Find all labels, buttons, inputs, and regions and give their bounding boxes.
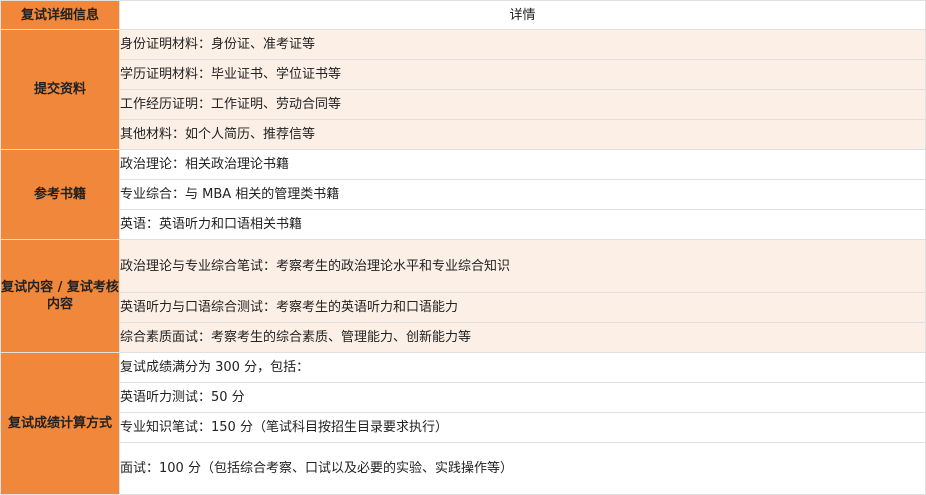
table-row: 英语听力与口语综合测试：考察考生的英语听力和口语能力 xyxy=(1,292,926,323)
detail-cell: 政治理论与专业综合笔试：考察考生的政治理论水平和专业综合知识 xyxy=(119,239,926,293)
table-row: 学历证明材料：毕业证书、学位证书等 xyxy=(1,59,926,90)
review-info-table: 复试详细信息 详情 提交资料 身份证明材料：身份证、准考证等 学历证明材料：毕业… xyxy=(0,0,926,495)
category-cell: 复试成绩计算方式 xyxy=(0,352,120,495)
table-row: 提交资料 身份证明材料：身份证、准考证等 xyxy=(0,29,926,150)
detail-cell: 学历证明材料：毕业证书、学位证书等 xyxy=(119,59,926,90)
table-row: 面试：100 分（包括综合考察、口试以及必要的实验、实践操作等） xyxy=(1,442,926,495)
detail-cell: 其他材料：如个人简历、推荐信等 xyxy=(119,119,926,150)
detail-cell: 复试成绩满分为 300 分，包括： xyxy=(119,352,926,383)
header-category: 复试详细信息 xyxy=(0,0,120,30)
table-row: 英语听力测试：50 分 xyxy=(1,382,926,413)
table-row: 专业知识笔试：150 分（笔试科目按招生目录要求执行） xyxy=(1,412,926,443)
detail-cell: 工作经历证明：工作证明、劳动合同等 xyxy=(119,89,926,120)
table-row: 其他材料：如个人简历、推荐信等 xyxy=(1,119,926,150)
detail-cell: 专业知识笔试：150 分（笔试科目按招生目录要求执行） xyxy=(119,412,926,443)
table-header-row: 复试详细信息 详情 xyxy=(0,0,926,30)
detail-cell: 综合素质面试：考察考生的综合素质、管理能力、创新能力等 xyxy=(119,322,926,353)
detail-cell: 身份证明材料：身份证、准考证等 xyxy=(119,29,926,60)
table-row: 复试成绩计算方式 复试成绩满分为 300 分，包括： xyxy=(0,352,926,495)
category-cell: 参考书籍 xyxy=(0,149,120,240)
category-cell: 提交资料 xyxy=(0,29,120,150)
table-row: 参考书籍 政治理论：相关政治理论书籍 xyxy=(0,149,926,240)
detail-cell: 英语听力与口语综合测试：考察考生的英语听力和口语能力 xyxy=(119,292,926,323)
table-row: 综合素质面试：考察考生的综合素质、管理能力、创新能力等 xyxy=(1,322,926,353)
header-details: 详情 xyxy=(119,0,926,30)
table-row: 专业综合：与 MBA 相关的管理类书籍 xyxy=(1,179,926,210)
category-cell: 复试内容 / 复试考核内容 xyxy=(0,239,120,353)
table-row: 复试内容 / 复试考核内容 政治理论与专业综合笔试：考察考生的政治理论水平和专业… xyxy=(0,239,926,353)
detail-cell: 专业综合：与 MBA 相关的管理类书籍 xyxy=(119,179,926,210)
table-row: 英语：英语听力和口语相关书籍 xyxy=(1,209,926,240)
detail-cell: 英语听力测试：50 分 xyxy=(119,382,926,413)
table-row: 工作经历证明：工作证明、劳动合同等 xyxy=(1,89,926,120)
detail-cell: 面试：100 分（包括综合考察、口试以及必要的实验、实践操作等） xyxy=(119,442,926,495)
detail-cell: 英语：英语听力和口语相关书籍 xyxy=(119,209,926,240)
detail-cell: 政治理论：相关政治理论书籍 xyxy=(119,149,926,180)
